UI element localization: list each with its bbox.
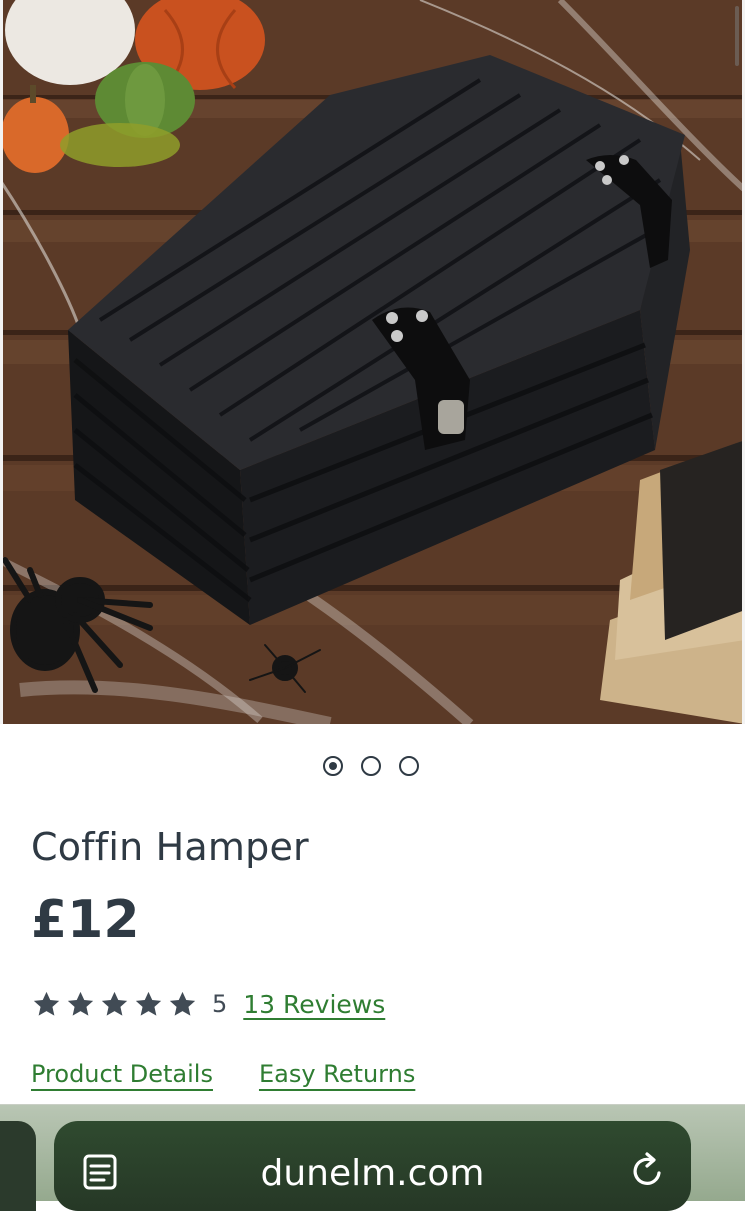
product-title: Coffin Hamper (31, 825, 309, 869)
reload-icon[interactable] (627, 1151, 667, 1191)
star-icon (101, 991, 128, 1016)
product-price: £12 (31, 890, 140, 950)
image-border-left (0, 0, 3, 724)
carousel-pagination (0, 756, 745, 780)
star-icon (169, 991, 196, 1016)
carousel-dot-3[interactable] (399, 756, 419, 776)
rating-row: 5 13 Reviews (31, 984, 385, 1024)
carousel-dot-1[interactable] (323, 756, 343, 776)
easy-returns-link[interactable]: Easy Returns (259, 1060, 415, 1088)
star-icon (67, 991, 94, 1016)
star-icon (33, 991, 60, 1016)
browser-toolbar: dunelm.com (0, 1104, 745, 1211)
rating-value: 5 (212, 990, 228, 1018)
star-icon (135, 991, 162, 1016)
reviews-link[interactable]: 13 Reviews (243, 990, 385, 1019)
product-info-links: Product Details Easy Returns (31, 1060, 415, 1088)
product-image[interactable] (0, 0, 745, 724)
product-details-link[interactable]: Product Details (31, 1060, 213, 1088)
scrollbar[interactable] (735, 6, 739, 66)
star-rating (31, 989, 198, 1020)
address-bar[interactable]: dunelm.com (54, 1121, 691, 1211)
product-photo-illustration (0, 0, 745, 724)
url-domain[interactable]: dunelm.com (54, 1153, 691, 1194)
carousel-dot-2[interactable] (361, 756, 381, 776)
previous-tab-preview[interactable] (0, 1121, 36, 1211)
